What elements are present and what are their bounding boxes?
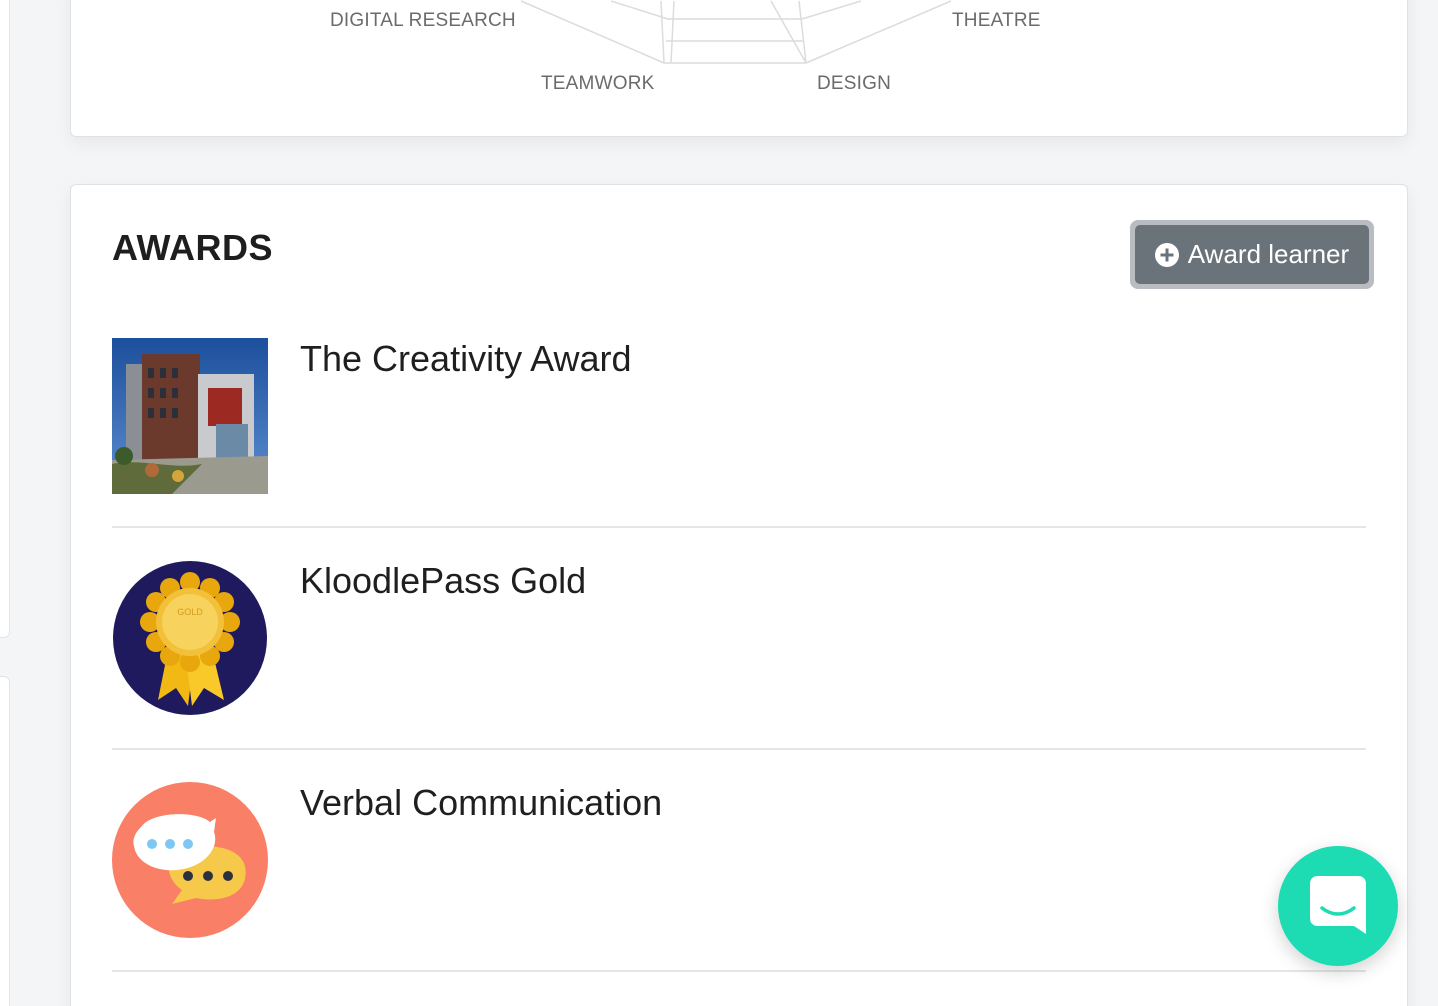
chat-launcher-button[interactable] — [1278, 846, 1398, 966]
radar-label-design: DESIGN — [817, 73, 892, 94]
award-name: KloodlePass Gold — [300, 560, 587, 601]
award-name: Verbal Communication — [300, 782, 663, 823]
building-photo-image — [112, 338, 268, 494]
radar-label-teamwork: TEAMWORK — [541, 73, 655, 94]
award-divider — [112, 970, 1366, 972]
radar-label-digital-research: DIGITAL RESEARCH — [330, 10, 516, 31]
speech-bubbles-badge-icon — [112, 782, 268, 938]
radar-label-theatre: THEATRE — [952, 10, 1041, 31]
plus-circle-icon — [1154, 242, 1179, 267]
awards-card: AWARDS Award learner The Creativity Awar… — [70, 184, 1408, 1006]
award-learner-label: Award learner — [1187, 239, 1350, 269]
award-item[interactable]: GOLD KloodlePass Gold — [112, 560, 1366, 782]
chat-icon — [1310, 876, 1366, 934]
award-item[interactable]: Verbal Communication — [112, 782, 1366, 1004]
left-panel-card-lower — [0, 676, 10, 1006]
gold-badge-text: GOLD — [177, 607, 203, 617]
gold-ribbon-badge-icon: GOLD — [113, 561, 267, 715]
award-divider — [112, 748, 1366, 750]
skills-radar-chart — [520, 0, 952, 64]
award-item[interactable]: The Creativity Award — [112, 338, 1366, 560]
awards-heading: AWARDS — [112, 227, 274, 268]
award-divider — [112, 526, 1366, 528]
skills-radar-card: DIGITAL RESEARCH THEATRE TEAMWORK DESIGN — [70, 0, 1408, 137]
award-name: The Creativity Award — [300, 338, 632, 379]
left-panel-card — [0, 0, 10, 638]
award-learner-button[interactable]: Award learner — [1130, 220, 1374, 289]
